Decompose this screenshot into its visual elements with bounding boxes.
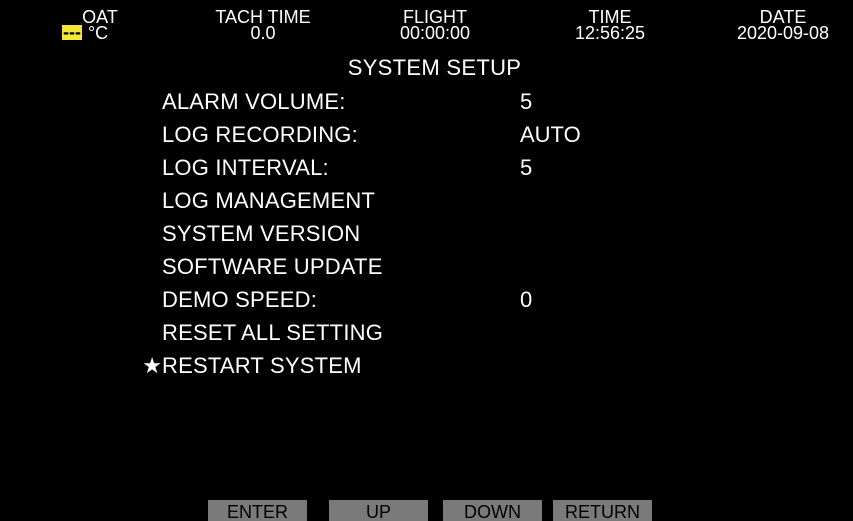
return-button[interactable]: RETURN	[553, 500, 652, 521]
menu-item-alarm-volume[interactable]: ALARM VOLUME: 5	[0, 85, 853, 119]
oat-unit: °C	[87, 23, 109, 43]
menu-item-system-version[interactable]: SYSTEM VERSION	[0, 217, 853, 251]
oat-readout: --- °C	[62, 22, 109, 43]
menu-item-demo-speed[interactable]: DEMO SPEED: 0	[0, 283, 853, 317]
menu-item-log-interval[interactable]: LOG INTERVAL: 5	[0, 151, 853, 185]
menu-item-label: RESET ALL SETTING	[162, 320, 384, 345]
menu-item-value: 5	[520, 89, 533, 114]
menu-item-label: LOG RECORDING:	[162, 122, 358, 147]
menu-item-log-management[interactable]: LOG MANAGEMENT	[0, 184, 853, 218]
system-setup-screen: OAT --- °C TACH TIME 0.0 FLIGHT 00:00:00 …	[0, 0, 853, 521]
softkey-bar: ENTER UP DOWN RETURN	[0, 500, 853, 521]
menu-item-label: DEMO SPEED:	[162, 287, 318, 312]
date-value: 2020-09-08	[736, 23, 830, 43]
enter-button[interactable]: ENTER	[208, 500, 307, 521]
time-value: 12:56:25	[574, 23, 646, 43]
menu-item-label: RESTART SYSTEM	[162, 353, 362, 378]
menu-item-label: SOFTWARE UPDATE	[162, 254, 383, 279]
menu-item-value: 0	[520, 287, 533, 312]
menu-item-label: ALARM VOLUME:	[162, 89, 346, 114]
tach-time-value: 0.0	[250, 23, 276, 43]
menu-item-restart-system[interactable]: ★ RESTART SYSTEM	[0, 349, 853, 383]
menu-item-reset-all-setting[interactable]: RESET ALL SETTING	[0, 316, 853, 350]
menu-item-label: LOG MANAGEMENT	[162, 188, 376, 213]
oat-value: ---	[62, 22, 82, 42]
menu-item-log-recording[interactable]: LOG RECORDING: AUTO	[0, 118, 853, 152]
up-button[interactable]: UP	[329, 500, 428, 521]
menu-item-label: SYSTEM VERSION	[162, 221, 361, 246]
flight-value: 00:00:00	[399, 23, 471, 43]
down-button[interactable]: DOWN	[443, 500, 542, 521]
selection-star-icon: ★	[142, 353, 162, 378]
menu-item-label: LOG INTERVAL:	[162, 155, 329, 180]
menu-item-value: AUTO	[520, 122, 581, 147]
menu-item-software-update[interactable]: SOFTWARE UPDATE	[0, 250, 853, 284]
menu-item-value: 5	[520, 155, 533, 180]
page-title: SYSTEM SETUP	[347, 55, 522, 80]
